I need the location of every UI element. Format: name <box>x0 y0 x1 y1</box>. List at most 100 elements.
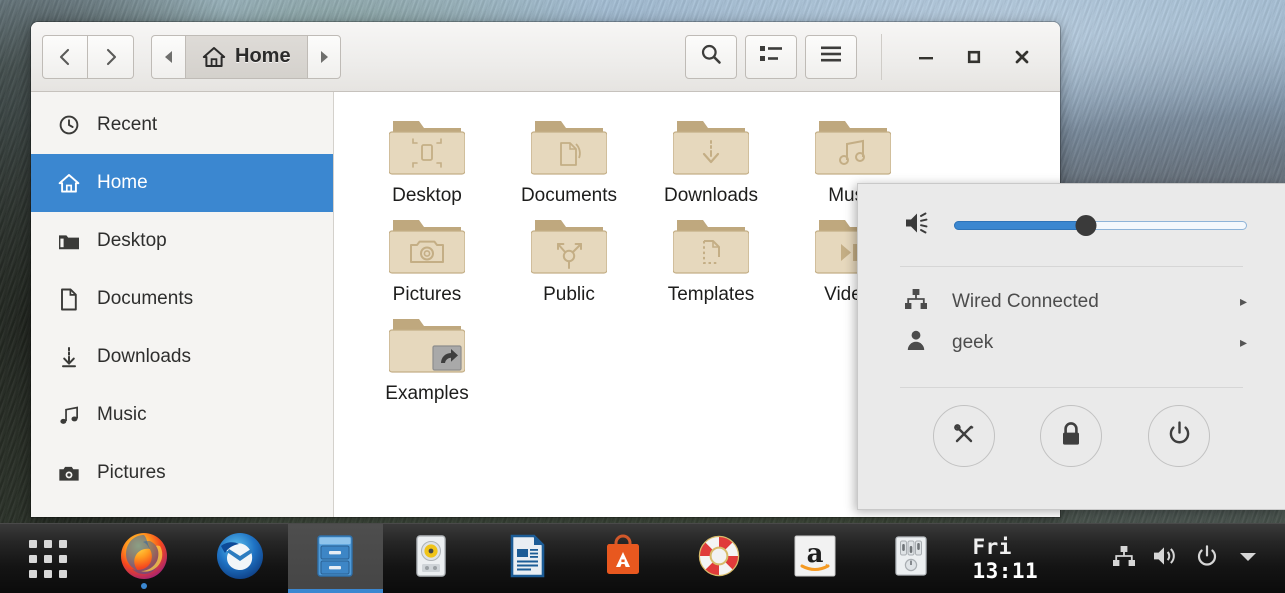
folder-icon <box>58 230 80 252</box>
path-scroll-right-button[interactable] <box>306 34 341 79</box>
volume-row <box>858 184 1285 266</box>
clock-icon <box>58 114 80 136</box>
file-item-public[interactable]: Public <box>498 207 640 306</box>
volume-slider[interactable] <box>954 214 1247 236</box>
list-view-button[interactable] <box>745 34 797 79</box>
taskbar-app-ubuntu-software[interactable] <box>575 524 671 593</box>
tools-icon <box>950 420 978 453</box>
sidebar-item-label: Home <box>97 172 148 193</box>
home-icon <box>202 46 226 68</box>
file-item-downloads[interactable]: Downloads <box>640 108 782 207</box>
sidebar-item-music[interactable]: Music <box>31 386 333 444</box>
search-icon <box>699 42 723 71</box>
sidebar-item-label: Music <box>97 404 147 425</box>
tray-network-button[interactable] <box>1103 536 1144 582</box>
navigation-buttons <box>42 34 134 79</box>
sidebar-item-documents[interactable]: Documents <box>31 270 333 328</box>
volume-slider-handle[interactable] <box>1075 214 1097 236</box>
chevron-right-icon: ▸ <box>1239 293 1247 309</box>
folder-icon <box>815 112 891 178</box>
list-view-icon <box>759 43 783 70</box>
breadcrumb-label: Home <box>235 45 291 67</box>
lock-button[interactable] <box>1040 405 1103 467</box>
sidebar-item-downloads[interactable]: Downloads <box>31 328 333 386</box>
taskbar-app-firefox[interactable] <box>96 524 192 593</box>
clock[interactable]: Fri 13:11 <box>958 535 1103 583</box>
taskbar: a Fri 13:11 <box>0 523 1285 593</box>
tray-power-button[interactable] <box>1186 536 1227 582</box>
sidebar-item-recent[interactable]: Recent <box>31 96 333 154</box>
taskbar-app-files[interactable] <box>287 524 384 593</box>
back-button[interactable] <box>42 34 88 79</box>
file-item-examples[interactable]: Examples <box>356 306 498 405</box>
file-manager-icon <box>312 531 358 586</box>
tray-menu-button[interactable] <box>1228 536 1269 582</box>
camera-icon <box>58 462 80 484</box>
search-button[interactable] <box>685 34 737 79</box>
volume-icon <box>1152 544 1178 573</box>
folder-icon <box>389 112 465 178</box>
desktop: Home Recent Home Desktop Documents Downl… <box>0 0 1285 593</box>
folder-icon <box>673 112 749 178</box>
taskbar-tray: Fri 13:11 <box>958 524 1285 593</box>
taskbar-app-amazon[interactable]: a <box>767 524 863 593</box>
power-button[interactable] <box>1148 405 1211 467</box>
tray-volume-button[interactable] <box>1145 536 1186 582</box>
sidebar-item-label: Desktop <box>97 230 167 251</box>
taskbar-app-rhythmbox[interactable] <box>383 524 479 593</box>
taskbar-app-audio-mixer[interactable] <box>863 524 959 593</box>
popup-item-label: Wired Connected <box>952 290 1099 312</box>
power-icon <box>1195 544 1219 573</box>
file-item-label: Examples <box>385 383 469 404</box>
file-item-label: Pictures <box>392 284 462 305</box>
volume-icon[interactable] <box>904 210 932 241</box>
menu-button[interactable] <box>805 34 857 79</box>
folder-icon <box>531 112 607 178</box>
window-headerbar: Home <box>31 22 1060 92</box>
rhythmbox-icon <box>409 531 453 586</box>
audio-mixer-icon <box>889 532 933 585</box>
clock-day: Fri <box>972 534 1012 559</box>
file-item-pictures[interactable]: Pictures <box>356 207 498 306</box>
view-buttons <box>685 34 857 79</box>
sidebar-item-desktop[interactable]: Desktop <box>31 212 333 270</box>
libreoffice-writer-icon <box>505 531 549 586</box>
file-item-templates[interactable]: Templates <box>640 207 782 306</box>
file-item-label: Downloads <box>664 185 758 206</box>
file-item-desktop[interactable]: Desktop <box>356 108 498 207</box>
taskbar-app-libreoffice-writer[interactable] <box>479 524 575 593</box>
popup-item-network[interactable]: Wired Connected ▸ <box>858 281 1285 322</box>
clock-time: 13:11 <box>972 558 1039 583</box>
popup-action-buttons <box>858 388 1285 484</box>
amazon-icon: a <box>792 533 838 584</box>
power-icon <box>1166 420 1193 452</box>
chevron-down-icon <box>1239 549 1257 568</box>
taskbar-app-thunderbird[interactable] <box>192 524 288 593</box>
file-item-label: Desktop <box>392 185 462 206</box>
sidebar-item-home[interactable]: Home <box>31 154 333 212</box>
file-item-label: Public <box>543 284 595 305</box>
path-scroll-left-button[interactable] <box>151 34 185 79</box>
settings-button[interactable] <box>932 405 995 467</box>
network-wired-icon <box>1112 545 1136 572</box>
maximize-button[interactable] <box>950 35 998 79</box>
breadcrumb-home[interactable]: Home <box>185 34 307 79</box>
folder-icon <box>673 211 749 277</box>
lifering-help-icon <box>695 532 743 585</box>
taskbar-app-help[interactable] <box>671 524 767 593</box>
minimize-button[interactable] <box>902 35 950 79</box>
places-sidebar: Recent Home Desktop Documents Downloads … <box>31 92 334 517</box>
file-item-documents[interactable]: Documents <box>498 108 640 207</box>
hamburger-menu-icon <box>819 44 843 69</box>
forward-button[interactable] <box>88 34 134 79</box>
sidebar-item-pictures[interactable]: Pictures <box>31 444 333 502</box>
apps-grid-button[interactable] <box>0 524 96 593</box>
file-item-label: Templates <box>667 284 755 305</box>
close-button[interactable] <box>998 35 1046 79</box>
popup-item-user[interactable]: geek ▸ <box>858 322 1285 363</box>
ubuntu-software-icon <box>600 532 646 585</box>
headerbar-right-controls <box>685 33 1046 80</box>
thunderbird-icon <box>215 531 265 586</box>
volume-slider-fill <box>954 220 1086 230</box>
home-icon <box>58 172 80 194</box>
